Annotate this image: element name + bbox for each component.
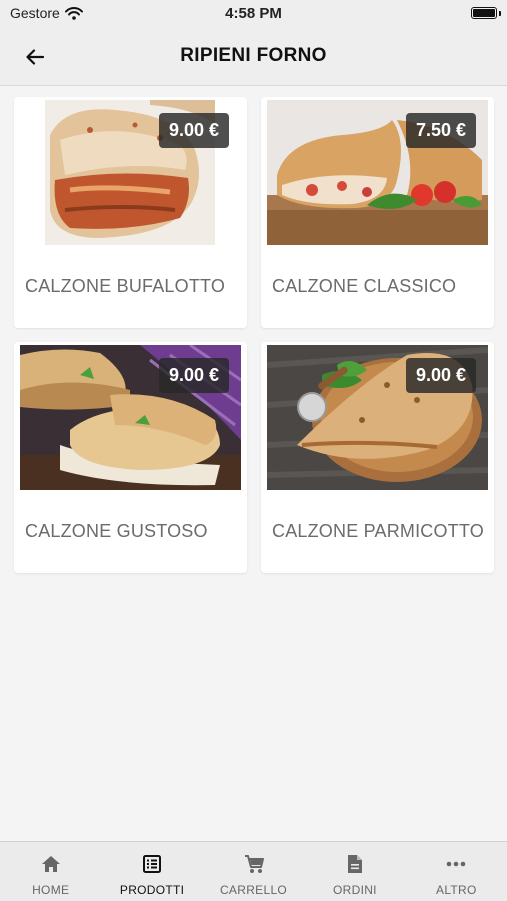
price-badge: 7.50 €	[405, 113, 476, 148]
tab-altro[interactable]: ALTRO	[406, 842, 507, 901]
product-card-parmicotto[interactable]: 9.00 € CALZONE PARMICOTTO	[261, 342, 494, 573]
price-badge: 9.00 €	[158, 113, 229, 148]
product-image: 7.50 €	[267, 100, 488, 245]
product-card-bufalotto[interactable]: 9.00 € CALZONE BUFALOTTO	[14, 97, 247, 328]
clock: 4:58 PM	[225, 5, 282, 22]
product-image: 9.00 €	[20, 345, 241, 490]
tab-bar: HOME PRODOTTI CARRELLO ORDINI ALTRO	[0, 841, 507, 901]
battery-icon	[471, 7, 497, 19]
tab-label: PRODOTTI	[119, 883, 185, 897]
list-icon	[141, 853, 163, 875]
product-card-gustoso[interactable]: 9.00 € CALZONE GUSTOSO	[14, 342, 247, 573]
nav-header: RIPIENI FORNO	[0, 30, 507, 86]
product-name: CALZONE PARMICOTTO	[272, 521, 484, 541]
product-name: CALZONE CLASSICO	[272, 276, 457, 296]
tab-label: ALTRO	[436, 883, 477, 897]
tab-label: ORDINI	[333, 883, 377, 897]
document-icon	[344, 853, 366, 875]
tab-carrello[interactable]: CARRELLO	[203, 842, 304, 901]
home-icon	[40, 853, 62, 875]
price-badge: 9.00 €	[158, 358, 229, 393]
product-name: CALZONE BUFALOTTO	[25, 276, 226, 296]
cart-icon	[243, 853, 265, 875]
product-image: 9.00 €	[267, 345, 488, 490]
more-icon	[445, 853, 467, 875]
tab-home[interactable]: HOME	[0, 842, 101, 901]
battery-tip	[499, 11, 501, 16]
tab-prodotti[interactable]: PRODOTTI	[101, 842, 202, 901]
tab-label: CARRELLO	[219, 883, 288, 897]
status-bar: Gestore 4:58 PM	[0, 0, 507, 30]
product-card-classico[interactable]: 7.50 € CALZONE CLASSICO	[261, 97, 494, 328]
price-badge: 9.00 €	[405, 358, 476, 393]
tab-ordini[interactable]: ORDINI	[304, 842, 405, 901]
page-title: RIPIENI FORNO	[180, 45, 327, 66]
product-image: 9.00 €	[20, 100, 241, 245]
tab-label: HOME	[32, 883, 70, 897]
product-name: CALZONE GUSTOSO	[25, 521, 208, 541]
